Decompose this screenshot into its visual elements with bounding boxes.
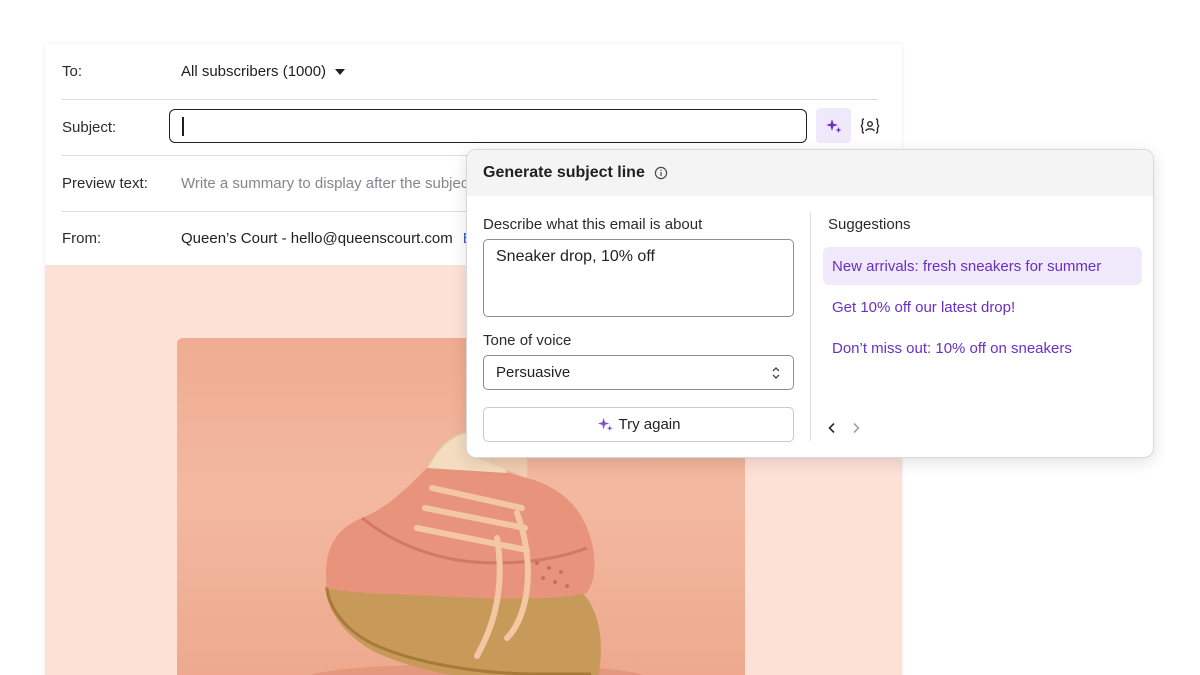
chevron-right-icon[interactable]: [851, 420, 875, 436]
preview-text-input[interactable]: Write a summary to display after the sub…: [181, 175, 473, 192]
preview-label: Preview text:: [62, 175, 148, 192]
suggestion-item[interactable]: New arrivals: fresh sneakers for summer: [823, 247, 1142, 285]
sparkle-icon: [597, 417, 613, 432]
personalize-icon: [860, 117, 880, 134]
tone-select[interactable]: Persuasive: [483, 355, 794, 390]
info-icon[interactable]: [654, 166, 668, 180]
try-again-button[interactable]: Try again: [483, 407, 794, 442]
from-label: From:: [62, 229, 102, 247]
column-divider: [810, 213, 811, 441]
popover-title: Generate subject line: [483, 164, 645, 181]
generate-subject-popover: Generate subject line Describe what this…: [466, 149, 1154, 458]
generate-subject-button[interactable]: [816, 108, 851, 143]
personalize-button[interactable]: [857, 108, 883, 143]
to-row: To: All subscribers (1000): [62, 44, 878, 100]
subject-input[interactable]: [169, 109, 807, 143]
from-value: Queen’s Court - hello@queenscourt.com E: [181, 230, 473, 247]
text-cursor: [182, 117, 184, 136]
caret-down-icon: [335, 68, 346, 75]
recipients-dropdown[interactable]: All subscribers (1000): [181, 63, 346, 80]
sender-address: Queen’s Court - hello@queenscourt.com: [181, 229, 453, 247]
subject-label: Subject:: [62, 119, 117, 136]
updown-icon: [772, 367, 780, 379]
popover-header: Generate subject line: [467, 150, 1153, 196]
to-label: To:: [62, 63, 83, 80]
suggestions-pager: [827, 420, 875, 436]
suggestions-label: Suggestions: [828, 216, 911, 233]
describe-label: Describe what this email is about: [483, 216, 703, 233]
tone-label: Tone of voice: [483, 332, 572, 349]
chevron-left-icon[interactable]: [827, 420, 851, 436]
sparkle-icon: [825, 118, 841, 133]
description-textarea[interactable]: Sneaker drop, 10% off: [483, 239, 794, 317]
suggestion-item[interactable]: Get 10% off our latest drop!: [823, 288, 1142, 326]
recipients-value: All subscribers (1000): [181, 63, 327, 80]
popover-body: Describe what this email is about Sneake…: [467, 196, 1153, 457]
suggestion-item[interactable]: Don’t miss out: 10% off on sneakers: [823, 329, 1142, 367]
tone-value: Persuasive: [496, 364, 571, 381]
try-again-label: Try again: [618, 416, 681, 433]
